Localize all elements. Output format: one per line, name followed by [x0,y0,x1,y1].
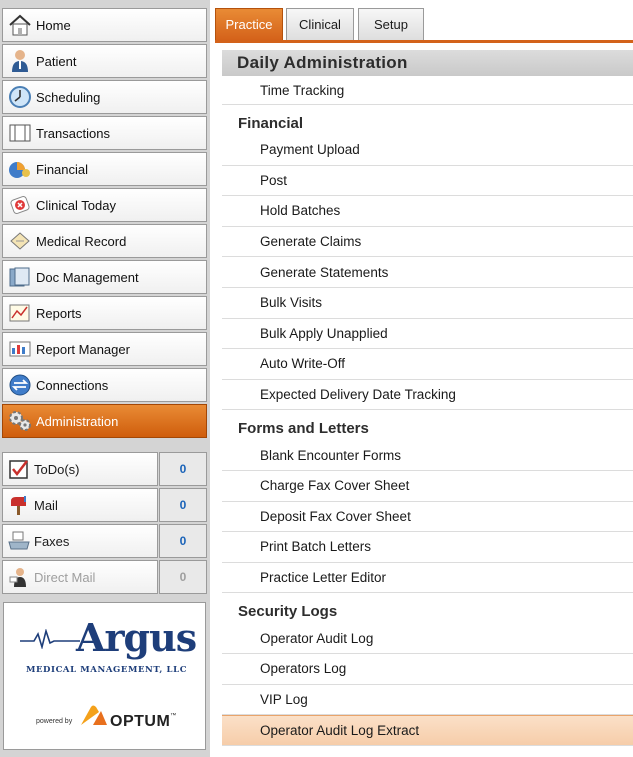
nav-item-report-manager[interactable]: Report Manager [2,332,207,366]
nav-label: Clinical Today [36,197,116,213]
menu-item-charge-fax-cover-sheet[interactable]: Charge Fax Cover Sheet [222,471,633,502]
clock-icon [7,85,33,109]
todos-button[interactable]: ToDo(s) [2,452,158,486]
todo-check-icon [7,457,31,481]
nav-item-medical-record[interactable]: Medical Record [2,224,207,258]
clinical-icon [7,193,33,217]
mail-count: 0 [159,488,207,522]
group-title-security-logs: Security Logs [238,603,338,621]
fax-icon [7,529,31,553]
report-manager-icon [7,337,33,361]
faxes-count: 0 [159,524,207,558]
optum-logo-icon [81,705,107,725]
nav-label: Doc Management [36,269,139,285]
counter-mail[interactable]: Mail 0 [2,488,207,522]
counter-direct-mail: Direct Mail 0 [2,560,207,594]
nav-item-administration[interactable]: Administration [2,404,207,438]
transactions-icon [7,121,33,145]
faxes-button[interactable]: Faxes [2,524,158,558]
menu-item-time-tracking[interactable]: Time Tracking [222,76,633,105]
nav-item-transactions[interactable]: Transactions [2,116,207,150]
nav-label: Administration [36,413,119,429]
faxes-label: Faxes [34,533,70,549]
group-title-financial: Financial [238,115,304,132]
nav-label: Report Manager [36,341,130,357]
nav-label: Medical Record [36,233,127,249]
menu-item-hold-batches[interactable]: Hold Batches [222,196,633,227]
nav-label: Transactions [36,125,110,141]
mail-button[interactable]: Mail [2,488,158,522]
home-icon [7,13,33,37]
menu-item-operator-audit-log-extract[interactable]: Operator Audit Log Extract [222,715,633,746]
menu-item-auto-write-off[interactable]: Auto Write-Off [222,349,633,380]
nav-label: Home [36,17,71,33]
connections-icon [7,373,33,397]
menu-item-bulk-apply-unapplied[interactable]: Bulk Apply Unapplied [222,319,633,350]
menu-item-practice-letter-editor[interactable]: Practice Letter Editor [222,563,633,594]
nav-label: Scheduling [36,89,101,105]
nav-label: Patient [36,53,77,69]
nav-item-clinical-today[interactable]: Clinical Today [2,188,207,222]
mailbox-icon [7,493,31,517]
counter-todos[interactable]: ToDo(s) 0 [2,452,207,486]
menu-item-bulk-visits[interactable]: Bulk Visits [222,288,633,319]
powered-by-label: powered by [36,718,73,725]
tab-setup[interactable]: Setup [358,8,424,40]
group-title-forms-and-letters: Forms and Letters [238,420,369,438]
menu-item-payment-upload[interactable]: Payment Upload [222,135,633,166]
main-navigation: Home Patient Scheduling Transactions Fin [2,8,207,440]
nav-label: Reports [36,305,82,321]
menu-item-operators-log[interactable]: Operators Log [222,654,633,685]
gears-icon [7,409,33,433]
direct-mail-count: 0 [159,560,207,594]
menu-item-generate-claims[interactable]: Generate Claims [222,227,633,258]
nav-item-doc-management[interactable]: Doc Management [2,260,207,294]
section-header: Daily Administration [222,50,633,76]
direct-mail-label: Direct Mail [34,569,96,585]
menu-item-post[interactable]: Post [222,166,633,197]
tab-practice[interactable]: Practice [215,8,283,40]
nav-label: Financial [36,161,89,177]
nav-item-financial[interactable]: Financial [2,152,207,186]
counter-list: ToDo(s) 0 Mail 0 Faxes 0 Direct Mail 0 [2,452,207,596]
nav-item-scheduling[interactable]: Scheduling [2,80,207,114]
document-icon [7,265,33,289]
argus-logo: Argus Medical Management, LLC powered by… [3,602,206,750]
direct-mail-button: Direct Mail [2,560,158,594]
nav-item-patient[interactable]: Patient [2,44,207,78]
argus-tagline: Medical Management, LLC [25,665,188,675]
sidebar: Home Patient Scheduling Transactions Fin [0,0,210,757]
nav-label: Connections [36,377,109,393]
menu-item-expected-delivery-date-tracking[interactable]: Expected Delivery Date Tracking [222,380,633,411]
menu-item-deposit-fax-cover-sheet[interactable]: Deposit Fax Cover Sheet [222,502,633,533]
tab-clinical[interactable]: Clinical [286,8,354,40]
direct-mail-icon [7,565,31,589]
menu-item-operator-audit-log[interactable]: Operator Audit Log [222,623,633,654]
menu-item-blank-encounter-forms[interactable]: Blank Encounter Forms [222,440,633,471]
nav-item-reports[interactable]: Reports [2,296,207,330]
medical-record-icon [7,229,33,253]
nav-item-home[interactable]: Home [2,8,207,42]
menu-item-generate-statements[interactable]: Generate Statements [222,257,633,288]
module-tabs: Practice Clinical Setup [215,8,633,43]
counter-faxes[interactable]: Faxes 0 [2,524,207,558]
reports-icon [7,301,33,325]
admin-menu: Daily Administration Time Tracking Finan… [222,50,633,757]
nav-item-connections[interactable]: Connections [2,368,207,402]
menu-item-print-batch-letters[interactable]: Print Batch Letters [222,532,633,563]
argus-brand: Argus [76,615,197,660]
optum-brand: OPTUM™ [110,713,177,730]
todos-count: 0 [159,452,207,486]
todos-label: ToDo(s) [34,461,80,477]
financial-icon [7,157,33,181]
mail-label: Mail [34,497,58,513]
ecg-line-icon [20,629,80,649]
patient-icon [7,49,33,73]
menu-item-vip-log[interactable]: VIP Log [222,685,633,716]
